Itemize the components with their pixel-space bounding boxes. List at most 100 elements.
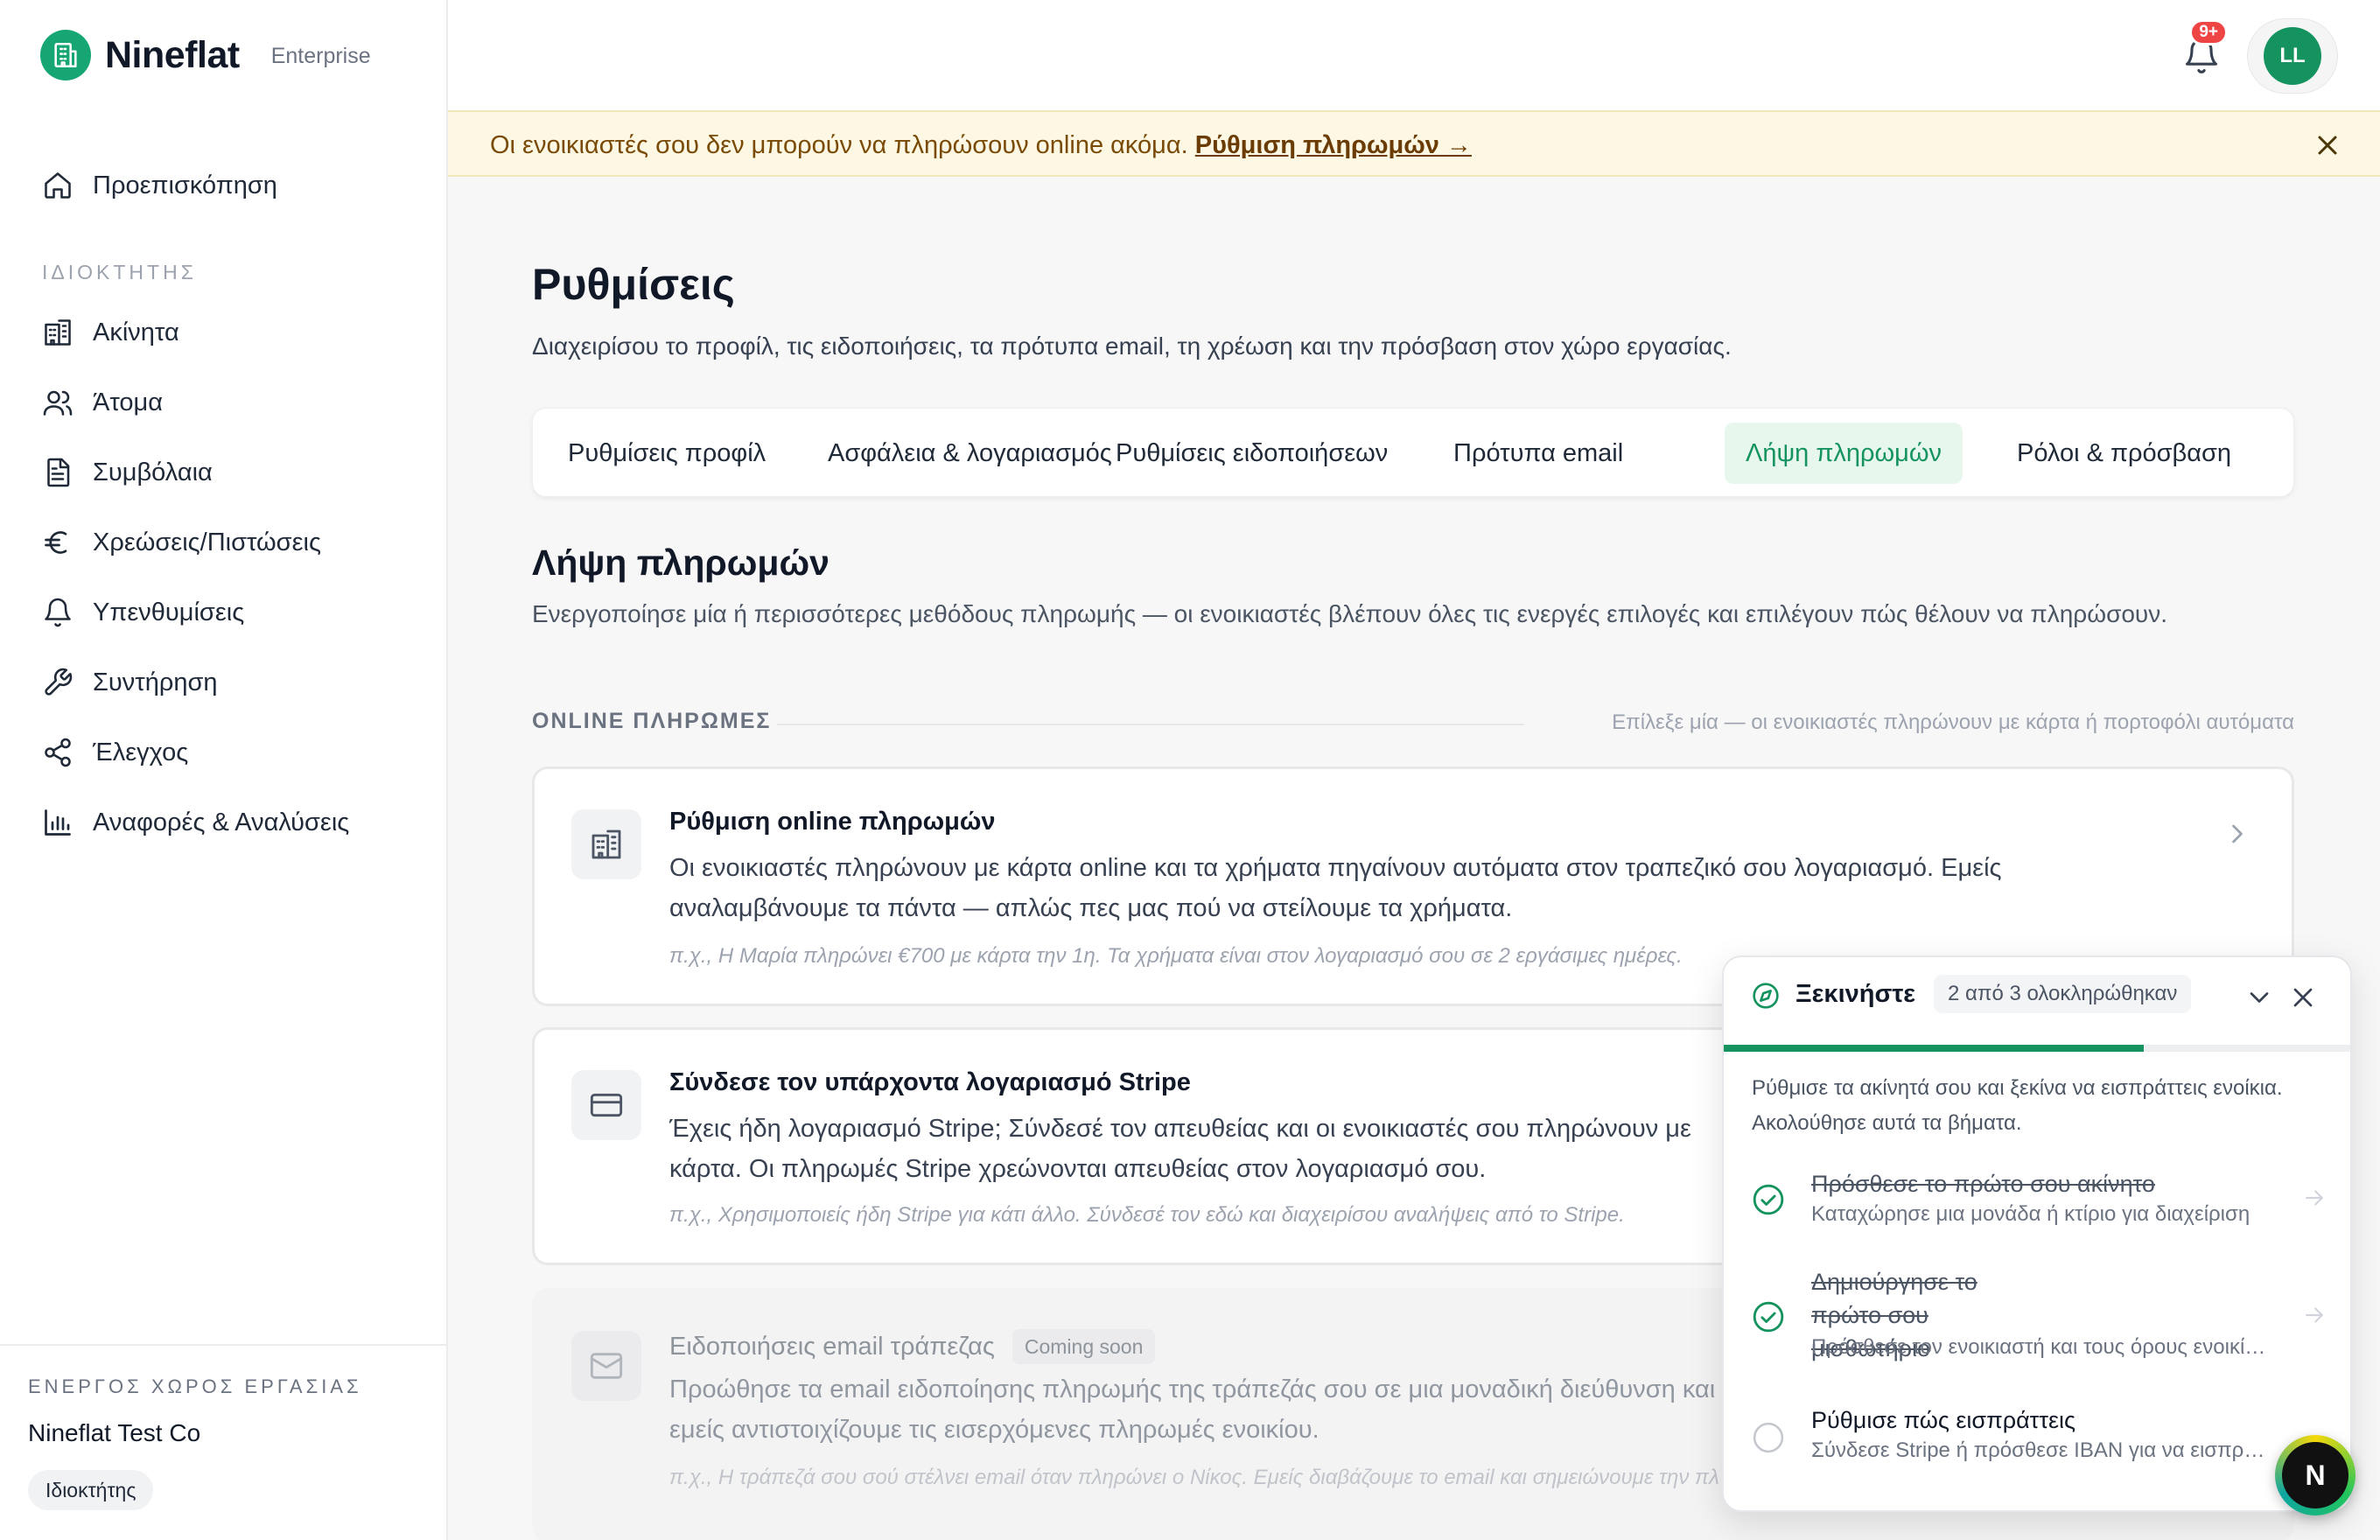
workspace-title: ΕΝΕΡΓΟΣ ΧΩΡΟΣ ΕΡΓΑΣΙΑΣ <box>28 1376 362 1397</box>
tab-email-templates[interactable]: Πρότυπα email <box>1432 423 1644 484</box>
getting-started-count-badge: 2 από 3 ολοκληρώθηκαν <box>1934 975 2192 1013</box>
card-description: Έχεις ήδη λογαριασμό Stripe; Σύνδεσέ τον… <box>669 1115 1691 1183</box>
arrow-right-icon <box>2301 1302 2328 1328</box>
step-setup-collection[interactable]: Ρύθμισε πώς εισπράττεις Σύνδεσε Stripe ή… <box>1724 1402 2350 1489</box>
assistant-launcher-button[interactable]: N <box>2275 1435 2356 1516</box>
brand-logo-icon <box>40 30 91 80</box>
notification-badge: 9+ <box>2189 19 2228 46</box>
group-hint: Επίλεξε μία — οι ενοικιαστές πληρώνουν μ… <box>1612 710 2294 734</box>
document-icon <box>40 455 75 490</box>
sidebar-item-contracts[interactable]: Συμβόλαια <box>40 448 408 497</box>
arrow-right-icon <box>2301 1185 2328 1211</box>
sidebar-section-title: ΙΔΙΟΚΤΗΤΗΣ <box>42 261 197 284</box>
sidebar-item-label: Ακίνητα <box>93 318 179 346</box>
step-add-property[interactable]: Πρόσθεσε το πρώτο σου ακίνητο Καταχώρησε… <box>1724 1162 2350 1250</box>
getting-started-panel: Ξεκινήστε 2 από 3 ολοκληρώθηκαν Ρύθμισε … <box>1722 956 2352 1512</box>
euro-icon <box>40 525 75 560</box>
coming-soon-badge: Coming soon <box>1012 1329 1156 1364</box>
check-circle-icon <box>1752 1183 1785 1216</box>
getting-started-title: Ξεκινήστε <box>1796 980 1916 1008</box>
group-title: ONLINE ΠΛΗΡΩΜΕΣ <box>532 709 772 733</box>
bar-chart-icon <box>40 805 75 840</box>
user-menu-button[interactable]: LL <box>2247 18 2338 94</box>
building-icon <box>40 315 75 350</box>
bank-building-icon <box>571 809 641 879</box>
tab-receive-payments[interactable]: Λήψη πληρωμών <box>1725 423 1963 484</box>
close-icon <box>2318 136 2337 155</box>
sidebar-item-charges[interactable]: Χρεώσεις/Πιστώσεις <box>40 518 408 567</box>
step-subtitle: Σύνδεσε Stripe ή πρόσθεσε IBAN για να ει… <box>1811 1438 2266 1462</box>
step-title: Πρόσθεσε το πρώτο σου ακίνητο <box>1811 1171 2155 1197</box>
card-title: Ρύθμιση online πληρωμών <box>669 808 996 836</box>
banner-text: Οι ενοικιαστές σου δεν μπορούν να πληρώσ… <box>490 131 1195 159</box>
page-subtitle: Διαχειρίσου το προφίλ, τις ειδοποιήσεις,… <box>532 332 1732 360</box>
sidebar-item-overview[interactable]: Προεπισκόπηση <box>40 161 408 210</box>
tab-profile-settings[interactable]: Ρυθμίσεις προφίλ <box>547 423 787 484</box>
getting-started-description: Ρύθμισε τα ακίνητά σου και ξεκίνα να εισ… <box>1752 1076 2283 1135</box>
card-example: π.χ., Η τράπεζά σου σού στέλνει email ότ… <box>669 1466 1719 1489</box>
banner-message: Οι ενοικιαστές σου δεν μπορούν να πληρώσ… <box>490 131 1472 160</box>
step-subtitle: Καταχώρησε μια μονάδα ή κτίριο για διαχε… <box>1811 1202 2250 1226</box>
collapse-button[interactable] <box>2244 982 2275 1013</box>
step-subtitle: Πρόσθεσε τον ενοικιαστή και τους όρους ε… <box>1811 1335 2266 1359</box>
sidebar-item-properties[interactable]: Ακίνητα <box>40 308 408 357</box>
online-payments-group-header: ONLINE ΠΛΗΡΩΜΕΣ Επίλεξε μία — οι ενοικια… <box>532 707 2294 738</box>
payments-warning-banner: Οι ενοικιαστές σου δεν μπορούν να πληρώσ… <box>448 110 2380 177</box>
sidebar-item-label: Άτομα <box>93 388 164 416</box>
compass-icon <box>1752 982 1780 1010</box>
avatar: LL <box>2264 27 2321 85</box>
step-create-lease[interactable]: Δημιούργησε το πρώτο σου μισθωτήριο Πρόσ… <box>1724 1264 2350 1377</box>
assistant-logo: N <box>2282 1442 2348 1508</box>
card-example: π.χ., Η Μαρία πληρώνει €700 με κάρτα την… <box>669 944 1683 968</box>
getting-started-close-button[interactable] <box>2287 982 2319 1013</box>
sidebar-item-label: Χρεώσεις/Πιστώσεις <box>93 528 321 556</box>
sidebar-item-label: Συμβόλαια <box>93 458 213 486</box>
sidebar-item-maintenance[interactable]: Συντήρηση <box>40 658 408 707</box>
sidebar-item-label: Υπενθυμίσεις <box>93 598 245 626</box>
check-circle-icon <box>1752 1300 1785 1334</box>
workspace-name: Nineflat Test Co <box>28 1419 201 1446</box>
section-title: Λήψη πληρωμών <box>532 542 830 583</box>
brand-name: Nineflat <box>105 33 240 76</box>
card-title: Σύνδεσε τον υπάρχοντα λογαριασμό Stripe <box>669 1068 1191 1096</box>
wrench-icon <box>40 665 75 700</box>
sidebar-item-label: Προεπισκόπηση <box>93 171 277 200</box>
getting-started-progress-bar <box>1724 1045 2350 1052</box>
chevron-right-icon <box>2222 818 2253 850</box>
getting-started-header: Ξεκινήστε 2 από 3 ολοκληρώθηκαν <box>1724 957 2350 1048</box>
users-icon <box>40 385 75 420</box>
chevron-down-icon <box>2250 992 2269 1003</box>
tab-roles-access[interactable]: Ρόλοι & πρόσβαση <box>1996 423 2252 484</box>
share-icon <box>40 735 75 770</box>
sidebar-item-audit[interactable]: Έλεγχος <box>40 728 408 777</box>
topbar: 9+ LL <box>448 0 2380 110</box>
mail-icon <box>571 1331 641 1401</box>
card-description: Οι ενοικιαστές πληρώνουν με κάρτα online… <box>669 854 2002 922</box>
close-icon <box>2293 988 2313 1007</box>
card-example: π.χ., Χρησιμοποιείς ήδη Stripe για κάτι … <box>669 1203 1625 1227</box>
workspace-role-badge: Ιδιοκτήτης <box>28 1470 154 1510</box>
sidebar-item-people[interactable]: Άτομα <box>40 378 408 427</box>
banner-close-button[interactable] <box>2312 130 2343 161</box>
card-description: Προώθησε τα email ειδοποίησης πληρωμής τ… <box>669 1376 1716 1444</box>
brand[interactable]: Nineflat Enterprise <box>40 30 371 80</box>
tab-security-account[interactable]: Ασφάλεια & λογαριασμός <box>807 423 1133 484</box>
settings-tabs: Ρυθμίσεις προφίλ Ασφάλεια & λογαριασμός … <box>532 408 2294 497</box>
sidebar-item-reminders[interactable]: Υπενθυμίσεις <box>40 588 408 637</box>
bell-icon <box>40 595 75 630</box>
sidebar-item-label: Αναφορές & Αναλύσεις <box>93 808 350 836</box>
tab-notification-settings[interactable]: Ρυθμίσεις ειδοποιήσεων <box>1095 423 1409 484</box>
step-title: Ρύθμισε πώς εισπράττεις <box>1811 1407 2076 1433</box>
card-title: Ειδοποιήσεις email τράπεζας Coming soon <box>669 1329 1156 1364</box>
workspace-panel[interactable]: ΕΝΕΡΓΟΣ ΧΩΡΟΣ ΕΡΓΑΣΙΑΣ Nineflat Test Co … <box>0 1344 446 1540</box>
brand-tier: Enterprise <box>270 43 371 68</box>
sidebar-item-label: Έλεγχος <box>93 738 189 766</box>
page-title: Ρυθμίσεις <box>532 260 735 309</box>
group-divider <box>777 724 1524 725</box>
sidebar-item-reports[interactable]: Αναφορές & Αναλύσεις <box>40 798 408 847</box>
progress-fill <box>1724 1045 2144 1052</box>
sidebar-item-label: Συντήρηση <box>93 668 218 696</box>
circle-icon <box>1752 1421 1785 1454</box>
banner-setup-payments-link[interactable]: Ρύθμιση πληρωμών → <box>1195 131 1472 159</box>
section-description: Ενεργοποίησε μία ή περισσότερες μεθόδους… <box>532 600 2168 627</box>
